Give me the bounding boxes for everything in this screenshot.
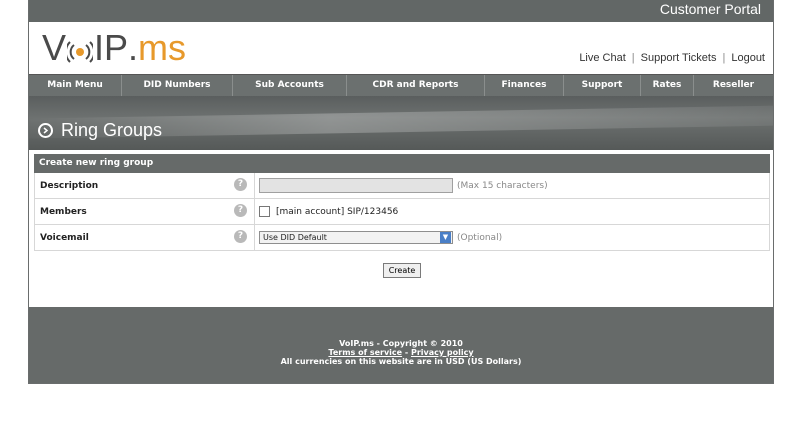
top-bar: Customer Portal: [29, 0, 773, 22]
nav-item-support[interactable]: Support: [564, 75, 641, 96]
header: V IP . ms Live Chat | Support Tickets | Logo…: [29, 22, 773, 74]
footer-dash: -: [402, 348, 411, 357]
help-icon[interactable]: ?: [234, 178, 247, 191]
help-icon[interactable]: ?: [234, 230, 247, 243]
nav-item-rates[interactable]: Rates: [641, 75, 694, 96]
logout-link[interactable]: Logout: [731, 52, 765, 64]
logo[interactable]: V IP . ms: [42, 28, 186, 68]
support-tickets-link[interactable]: Support Tickets: [641, 52, 717, 64]
voicemail-label: Voicemail ?: [35, 225, 255, 250]
live-chat-link[interactable]: Live Chat: [579, 52, 625, 64]
nav-item-main-menu[interactable]: Main Menu: [29, 75, 122, 96]
description-label: Description ?: [35, 173, 255, 198]
description-row: Description ? (Max 15 characters): [34, 173, 770, 199]
description-hint: (Max 15 characters): [457, 180, 548, 191]
description-value: (Max 15 characters): [255, 178, 548, 193]
page-frame: Customer Portal V IP . ms Live Chat | Supp…: [28, 0, 774, 384]
members-label: Members ?: [35, 199, 255, 224]
members-value: [main account] SIP/123456: [255, 206, 398, 217]
voicemail-label-text: Voicemail: [40, 232, 89, 243]
footer: VoIP.ms - Copyright © 2010 Terms of serv…: [29, 307, 773, 383]
voicemail-row: Voicemail ? Use DID Default ▼ (Optional): [34, 225, 770, 251]
description-input[interactable]: [259, 178, 453, 193]
nav-item-sub-accounts[interactable]: Sub Accounts: [233, 75, 347, 96]
members-row: Members ? [main account] SIP/123456: [34, 199, 770, 225]
logo-text-ms: ms: [138, 27, 187, 68]
logo-text-dot: .: [128, 27, 139, 68]
description-label-text: Description: [40, 180, 99, 191]
chevron-down-icon[interactable]: ▼: [440, 232, 451, 243]
header-links: Live Chat | Support Tickets | Logout: [579, 52, 765, 64]
member-option-label: [main account] SIP/123456: [276, 206, 399, 217]
members-label-text: Members: [40, 206, 87, 217]
logo-text-ip: IP: [94, 27, 129, 68]
member-checkbox[interactable]: [259, 206, 270, 217]
footer-copyright: VoIP.ms - Copyright © 2010: [339, 339, 463, 348]
voicemail-select[interactable]: Use DID Default ▼: [259, 231, 453, 244]
page-title: Ring Groups: [38, 120, 162, 141]
arrow-circle-icon: [38, 123, 53, 138]
nav-item-did-numbers[interactable]: DID Numbers: [122, 75, 233, 96]
footer-currency: All currencies on this website are in US…: [280, 357, 522, 366]
nav-item-finances[interactable]: Finances: [485, 75, 564, 96]
footer-links: Terms of service - Privacy policy: [29, 348, 773, 357]
logo-text-v: V: [42, 27, 67, 68]
form-heading: Create new ring group: [34, 154, 770, 173]
voicemail-selected: Use DID Default: [263, 233, 327, 242]
title-banner: Ring Groups: [29, 96, 773, 150]
link-separator: |: [722, 52, 726, 64]
link-separator: |: [631, 52, 635, 64]
logo-o-signal-icon: [67, 41, 94, 63]
voicemail-value: Use DID Default ▼ (Optional): [255, 231, 502, 244]
create-button[interactable]: Create: [382, 263, 422, 278]
page-title-text: Ring Groups: [61, 120, 163, 140]
terms-link[interactable]: Terms of service: [328, 348, 402, 357]
main-nav: Main Menu DID Numbers Sub Accounts CDR a…: [29, 74, 773, 96]
privacy-link[interactable]: Privacy policy: [411, 348, 474, 357]
create-ring-group-form: Create new ring group Description ? (Max…: [34, 154, 770, 278]
help-icon[interactable]: ?: [234, 204, 247, 217]
nav-item-reseller[interactable]: Reseller: [694, 75, 773, 96]
portal-label: Customer Portal: [659, 1, 761, 17]
nav-item-cdr-and-reports[interactable]: CDR and Reports: [347, 75, 485, 96]
create-button-wrap: Create: [34, 258, 770, 278]
voicemail-hint: (Optional): [457, 232, 503, 243]
